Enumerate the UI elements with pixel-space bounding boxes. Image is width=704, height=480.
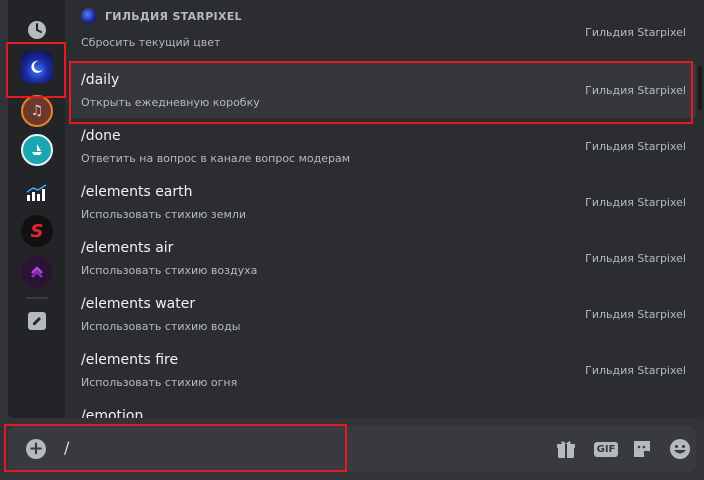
command-source: Гильдия Starpixel bbox=[585, 196, 686, 209]
starpixel-guild-icon[interactable] bbox=[21, 51, 53, 83]
message-input[interactable]: / bbox=[64, 438, 69, 457]
music-server-icon[interactable]: ♫ bbox=[21, 95, 53, 127]
command-item-daily[interactable]: /daily Открыть ежедневную коробку Гильди… bbox=[69, 62, 696, 118]
emoji-icon[interactable] bbox=[668, 437, 692, 461]
command-name: /elements fire bbox=[81, 352, 179, 368]
command-item-elements-air[interactable]: /elements air Использовать стихию воздух… bbox=[69, 230, 696, 286]
command-description: Ответить на вопрос в канале вопрос модер… bbox=[81, 152, 351, 165]
sticker-icon[interactable] bbox=[630, 437, 654, 461]
command-item-reset-color[interactable]: Сбросить текущий цвет Гильдия Starpixel bbox=[69, 0, 696, 52]
command-source: Гильдия Starpixel bbox=[585, 140, 686, 153]
command-description: Сбросить текущий цвет bbox=[81, 36, 221, 49]
command-source: Гильдия Starpixel bbox=[585, 308, 686, 321]
command-name: /elements water bbox=[81, 296, 196, 312]
command-source: Гильдия Starpixel bbox=[585, 364, 686, 377]
command-description: Открыть ежедневную коробку bbox=[81, 96, 260, 109]
stats-server-icon[interactable] bbox=[21, 177, 53, 209]
application-rail: ♫ S bbox=[8, 0, 65, 418]
command-item-elements-earth[interactable]: /elements earth Использовать стихию земл… bbox=[69, 174, 696, 230]
edit-icon[interactable] bbox=[21, 305, 53, 337]
command-list: ГИЛЬДИЯ STARPIXEL Сбросить текущий цвет … bbox=[65, 0, 704, 418]
gif-button[interactable]: GIF bbox=[592, 437, 620, 461]
command-source: Гильдия Starpixel bbox=[585, 84, 686, 97]
clock-icon[interactable] bbox=[21, 14, 53, 46]
command-description: Использовать стихию огня bbox=[81, 376, 238, 389]
command-name: /elements earth bbox=[81, 184, 193, 200]
command-autocomplete-popup: ♫ S ГИЛЬДИЯ STARPIXEL Сбросить текущий ц… bbox=[8, 0, 704, 418]
command-item-elements-water[interactable]: /elements water Использовать стихию воды… bbox=[69, 286, 696, 342]
command-name: /elements air bbox=[81, 240, 174, 256]
command-description: Использовать стихию воды bbox=[81, 320, 241, 333]
boat-server-icon[interactable] bbox=[21, 134, 53, 166]
command-description: Использовать стихию воздуха bbox=[81, 264, 258, 277]
s-server-icon[interactable]: S bbox=[21, 215, 53, 247]
command-item-emotion[interactable]: /emotion bbox=[69, 398, 696, 418]
scrollbar-thumb[interactable] bbox=[698, 66, 702, 110]
command-name: /emotion bbox=[81, 408, 144, 418]
command-source: Гильдия Starpixel bbox=[585, 26, 686, 39]
rail-separator bbox=[26, 297, 48, 299]
command-item-done[interactable]: /done Ответить на вопрос в канале вопрос… bbox=[69, 118, 696, 174]
command-name: /daily bbox=[81, 72, 120, 88]
command-source: Гильдия Starpixel bbox=[585, 252, 686, 265]
command-name: /done bbox=[81, 128, 121, 144]
command-description: Использовать стихию земли bbox=[81, 208, 247, 221]
message-input-bar[interactable]: + / GIF bbox=[8, 426, 696, 472]
add-attachment-button[interactable]: + bbox=[26, 439, 46, 459]
command-item-elements-fire[interactable]: /elements fire Использовать стихию огня … bbox=[69, 342, 696, 398]
gift-icon[interactable] bbox=[554, 437, 578, 461]
arrow-server-icon[interactable] bbox=[21, 256, 53, 288]
